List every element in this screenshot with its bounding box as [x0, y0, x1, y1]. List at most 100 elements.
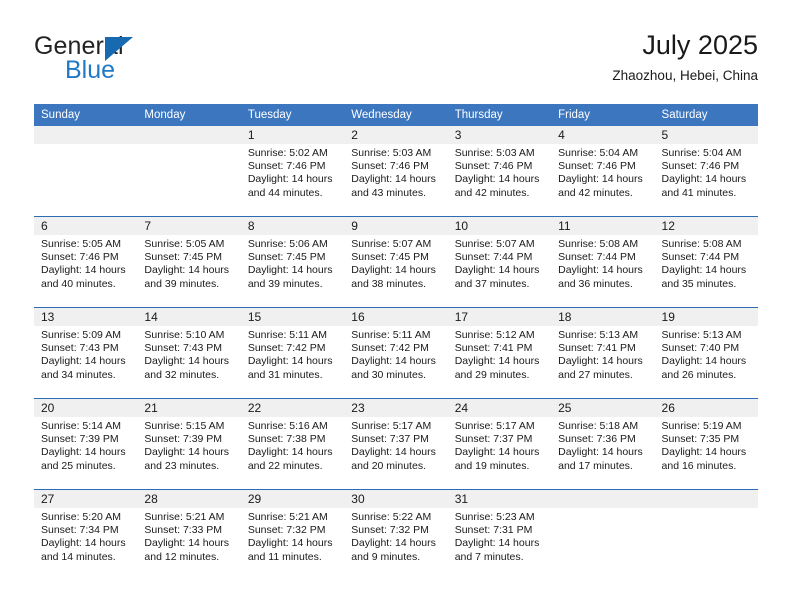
day-number: 31: [454, 492, 469, 506]
sunset-text: Sunset: 7:42 PM: [247, 342, 326, 355]
day-cell[interactable]: 13 Sunrise: 5:09 AM Sunset: 7:43 PM Dayl…: [34, 307, 138, 399]
sunset-text: Sunset: 7:45 PM: [351, 251, 429, 264]
day-number: 14: [144, 310, 158, 324]
day-cell[interactable]: 31 Sunrise: 5:23 AM Sunset: 7:31 PM Dayl…: [447, 489, 552, 580]
day-details: Sunrise: 5:18 AM Sunset: 7:36 PM Dayligh…: [558, 420, 650, 473]
sunrise-text: Sunrise: 5:11 AM: [351, 329, 431, 341]
daylight-text-line1: Daylight: 14 hours: [41, 264, 126, 277]
daylight-text-line1: Daylight: 14 hours: [247, 446, 333, 459]
daylight-text-line2: and 26 minutes.: [661, 368, 737, 381]
day-cell[interactable]: 23 Sunrise: 5:17 AM Sunset: 7:37 PM Dayl…: [344, 398, 448, 490]
day-cell[interactable]: 9 Sunrise: 5:07 AM Sunset: 7:45 PM Dayli…: [344, 216, 448, 308]
day-cell[interactable]: 18 Sunrise: 5:13 AM Sunset: 7:41 PM Dayl…: [551, 307, 655, 399]
day-cell[interactable]: 10 Sunrise: 5:07 AM Sunset: 7:44 PM Dayl…: [447, 216, 552, 308]
day-details: Sunrise: 5:03 AM Sunset: 7:46 PM Dayligh…: [351, 147, 443, 200]
calendar-table: Sunday Monday Tuesday Wednesday Thursday…: [34, 104, 758, 580]
day-details: Sunrise: 5:11 AM Sunset: 7:42 PM Dayligh…: [248, 329, 340, 382]
day-cell[interactable]: 2 Sunrise: 5:03 AM Sunset: 7:46 PM Dayli…: [344, 126, 448, 217]
daylight-text-line2: and 44 minutes.: [247, 186, 323, 199]
sunrise-text: Sunrise: 5:05 AM: [41, 238, 121, 250]
sunrise-text: Sunrise: 5:21 AM: [144, 511, 225, 523]
sunset-text: Sunset: 7:44 PM: [661, 251, 740, 264]
daylight-text-line1: Daylight: 14 hours: [661, 446, 747, 459]
day-cell[interactable]: 17 Sunrise: 5:12 AM Sunset: 7:41 PM Dayl…: [447, 307, 552, 399]
daylight-text-line2: and 12 minutes.: [144, 550, 220, 563]
daylight-text-line2: and 27 minutes.: [558, 368, 633, 381]
day-cell[interactable]: 20 Sunrise: 5:14 AM Sunset: 7:39 PM Dayl…: [34, 398, 138, 490]
daylight-text-line2: and 39 minutes.: [247, 277, 323, 290]
day-number: 29: [247, 492, 262, 506]
page-title: July 2025: [642, 30, 758, 60]
day-details: Sunrise: 5:04 AM Sunset: 7:46 PM Dayligh…: [662, 147, 754, 200]
sunrise-text: Sunrise: 5:19 AM: [661, 420, 742, 432]
sunset-text: Sunset: 7:42 PM: [351, 342, 429, 355]
day-details: Sunrise: 5:21 AM Sunset: 7:33 PM Dayligh…: [144, 511, 236, 564]
day-details: Sunrise: 5:16 AM Sunset: 7:38 PM Dayligh…: [248, 420, 340, 473]
daylight-text-line2: and 38 minutes.: [351, 277, 426, 290]
sunrise-text: Sunrise: 5:15 AM: [144, 420, 225, 432]
daylight-text-line1: Daylight: 14 hours: [247, 173, 333, 186]
day-cell[interactable]: 8 Sunrise: 5:06 AM Sunset: 7:45 PM Dayli…: [240, 216, 345, 308]
day-cell[interactable]: 14 Sunrise: 5:10 AM Sunset: 7:43 PM Dayl…: [137, 307, 241, 399]
daylight-text-line1: Daylight: 14 hours: [41, 446, 126, 459]
day-number: 24: [454, 401, 469, 415]
daylight-text-line1: Daylight: 14 hours: [144, 355, 230, 368]
daylight-text-line2: and 23 minutes.: [144, 459, 220, 472]
day-details: Sunrise: 5:23 AM Sunset: 7:31 PM Dayligh…: [455, 511, 547, 564]
sunset-text: Sunset: 7:41 PM: [454, 342, 533, 355]
daylight-text-line1: Daylight: 14 hours: [454, 264, 540, 277]
sunrise-text: Sunrise: 5:17 AM: [351, 420, 432, 432]
day-cell[interactable]: 27 Sunrise: 5:20 AM Sunset: 7:34 PM Dayl…: [34, 489, 138, 580]
sunrise-text: Sunrise: 5:13 AM: [558, 329, 639, 341]
weekday-header-tuesday: Tuesday: [240, 104, 345, 126]
day-cell[interactable]: 25 Sunrise: 5:18 AM Sunset: 7:36 PM Dayl…: [551, 398, 655, 490]
day-cell[interactable]: 11 Sunrise: 5:08 AM Sunset: 7:44 PM Dayl…: [551, 216, 655, 308]
daylight-text-line2: and 37 minutes.: [454, 277, 530, 290]
weekday-header-thursday: Thursday: [447, 104, 552, 126]
sunset-text: Sunset: 7:44 PM: [558, 251, 636, 264]
calendar-week-row: 6 Sunrise: 5:05 AM Sunset: 7:46 PM Dayli…: [34, 216, 758, 308]
day-cell[interactable]: 29 Sunrise: 5:21 AM Sunset: 7:32 PM Dayl…: [240, 489, 345, 580]
day-cell[interactable]: 12 Sunrise: 5:08 AM Sunset: 7:44 PM Dayl…: [654, 216, 758, 308]
sunset-text: Sunset: 7:35 PM: [661, 433, 740, 446]
day-cell: [137, 126, 241, 217]
calendar-week-row: 20 Sunrise: 5:14 AM Sunset: 7:39 PM Dayl…: [34, 398, 758, 490]
day-cell[interactable]: 16 Sunrise: 5:11 AM Sunset: 7:42 PM Dayl…: [344, 307, 448, 399]
sunrise-text: Sunrise: 5:03 AM: [454, 147, 535, 159]
day-number: 5: [661, 128, 669, 142]
day-cell[interactable]: 26 Sunrise: 5:19 AM Sunset: 7:35 PM Dayl…: [654, 398, 758, 490]
sunset-text: Sunset: 7:37 PM: [454, 433, 533, 446]
day-cell[interactable]: 15 Sunrise: 5:11 AM Sunset: 7:42 PM Dayl…: [240, 307, 345, 399]
sunrise-text: Sunrise: 5:04 AM: [558, 147, 639, 159]
daylight-text-line2: and 32 minutes.: [144, 368, 220, 381]
day-cell[interactable]: 3 Sunrise: 5:03 AM Sunset: 7:46 PM Dayli…: [447, 126, 552, 217]
day-cell[interactable]: 30 Sunrise: 5:22 AM Sunset: 7:32 PM Dayl…: [344, 489, 448, 580]
day-cell[interactable]: 4 Sunrise: 5:04 AM Sunset: 7:46 PM Dayli…: [551, 126, 655, 217]
day-number: 3: [454, 128, 462, 142]
weekday-header-wednesday: Wednesday: [344, 104, 448, 126]
day-cell[interactable]: 1 Sunrise: 5:02 AM Sunset: 7:46 PM Dayli…: [240, 126, 345, 217]
day-number: 18: [558, 310, 572, 324]
sunrise-text: Sunrise: 5:09 AM: [41, 329, 121, 341]
day-number: 17: [454, 310, 469, 324]
day-cell[interactable]: 22 Sunrise: 5:16 AM Sunset: 7:38 PM Dayl…: [240, 398, 345, 490]
day-cell[interactable]: 5 Sunrise: 5:04 AM Sunset: 7:46 PM Dayli…: [654, 126, 758, 217]
day-cell[interactable]: 28 Sunrise: 5:21 AM Sunset: 7:33 PM Dayl…: [137, 489, 241, 580]
day-cell[interactable]: 19 Sunrise: 5:13 AM Sunset: 7:40 PM Dayl…: [654, 307, 758, 399]
sunset-text: Sunset: 7:32 PM: [351, 524, 429, 537]
day-details: Sunrise: 5:20 AM Sunset: 7:34 PM Dayligh…: [41, 511, 133, 564]
day-number: 1: [247, 128, 255, 142]
logo-text-blue: Blue: [65, 56, 116, 84]
day-cell[interactable]: 7 Sunrise: 5:05 AM Sunset: 7:45 PM Dayli…: [137, 216, 241, 308]
day-number: 2: [351, 128, 358, 142]
day-number: 27: [41, 492, 55, 506]
daylight-text-line2: and 7 minutes.: [454, 550, 524, 563]
day-details: Sunrise: 5:19 AM Sunset: 7:35 PM Dayligh…: [662, 420, 754, 473]
day-number: 4: [558, 128, 565, 142]
day-cell[interactable]: 21 Sunrise: 5:15 AM Sunset: 7:39 PM Dayl…: [137, 398, 241, 490]
day-cell[interactable]: 6 Sunrise: 5:05 AM Sunset: 7:46 PM Dayli…: [34, 216, 138, 308]
weekday-header-saturday: Saturday: [654, 104, 758, 126]
day-details: Sunrise: 5:17 AM Sunset: 7:37 PM Dayligh…: [351, 420, 443, 473]
daylight-text-line2: and 9 minutes.: [351, 550, 421, 563]
day-cell[interactable]: 24 Sunrise: 5:17 AM Sunset: 7:37 PM Dayl…: [447, 398, 552, 490]
